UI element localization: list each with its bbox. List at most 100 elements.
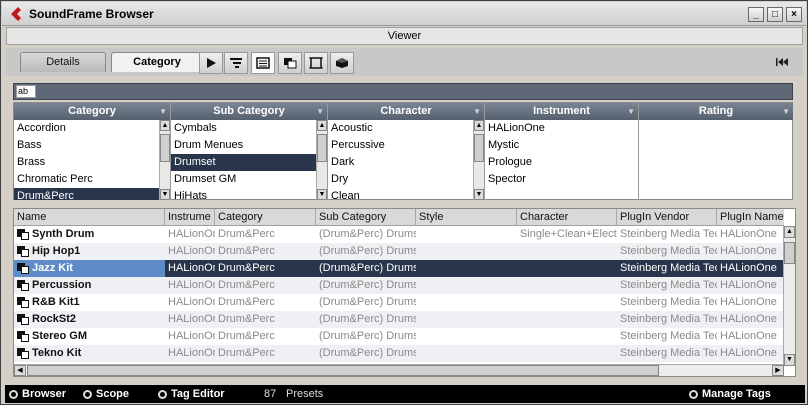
scroll-down-icon[interactable]: ▼ [474,189,484,200]
table-row-selected[interactable]: Jazz KitHALionOneDrum&Perc(Drum&Perc) Dr… [14,260,784,277]
column-header-sub-category[interactable]: Sub Category [316,209,416,226]
browser-toggle[interactable]: Browser [9,386,66,402]
scroll-thumb[interactable] [27,365,659,376]
cell-character [520,345,617,362]
cell-character [520,311,617,328]
column-header-plugin-name[interactable]: PlugIn Name [717,209,784,226]
cell-category: Drum&Perc [218,296,275,308]
table-row[interactable]: Tekno KitHALionOneDrum&Perc(Drum&Perc) D… [14,345,784,362]
scroll-down-icon[interactable]: ▼ [160,189,170,200]
scroll-up-icon[interactable]: ▲ [784,226,795,238]
filter-item[interactable]: Spector [485,171,638,188]
minimize-button[interactable]: _ [748,7,764,22]
scroll-left-icon[interactable]: ◀ [14,365,26,376]
play-button[interactable] [199,52,223,74]
table-row[interactable]: Hip Hop1HALionOneDrum&Perc(Drum&Perc) Dr… [14,243,784,260]
column-header-instrument[interactable]: Instrume [165,209,215,226]
filter-item[interactable]: Acoustic [328,120,484,137]
scrollbar[interactable]: ▲ ▼ [473,120,484,200]
filter-item[interactable]: Drumset GM [171,171,327,188]
scroll-thumb[interactable] [317,134,327,162]
viewer-label: Viewer [387,30,422,42]
scroll-right-icon[interactable]: ▶ [772,365,784,376]
manage-tags-toggle[interactable]: Manage Tags [689,386,771,402]
scroll-up-icon[interactable]: ▲ [474,120,484,131]
title-bar[interactable]: SoundFrame Browser _ □ × [2,2,806,26]
table-row[interactable]: Stereo GMHALionOneDrum&Perc(Drum&Perc) D… [14,328,784,345]
cell-category: Drum&Perc [218,245,275,257]
tab-details[interactable]: Details [20,52,106,72]
radio-ring-icon [158,389,167,399]
list-view-button[interactable] [251,52,275,74]
filter-header-category[interactable]: Category ▼ [14,103,170,120]
column-header-plugin-vendor[interactable]: PlugIn Vendor [617,209,717,226]
filter-item[interactable]: Prologue [485,154,638,171]
column-header-style[interactable]: Style [416,209,517,226]
scroll-up-icon[interactable]: ▲ [160,120,170,131]
filter-header-sub-category[interactable]: Sub Category ▼ [171,103,327,120]
scroll-down-icon[interactable]: ▼ [784,354,795,366]
scrollbar[interactable]: ▲ ▼ [159,120,170,200]
scrollbar[interactable]: ▲ ▼ [316,120,327,200]
scroll-down-icon[interactable]: ▼ [317,189,327,200]
filter-item[interactable]: Brass [14,154,170,171]
filter-item[interactable]: Percussive [328,137,484,154]
scroll-thumb[interactable] [784,242,795,264]
scope-toggle[interactable]: Scope [83,386,129,402]
filter-item-selected[interactable]: Drumset [171,154,316,171]
filter-item[interactable]: Bass [14,137,170,154]
cell-plugin: HALionOne [720,262,777,274]
filter-column-character: Character ▼ Acoustic Percussive Dark Dry … [328,103,485,200]
cell-plugin: HALionOne [720,330,777,342]
filter-header-rating[interactable]: Rating ▼ [639,103,793,120]
filter-item[interactable]: Cymbals [171,120,327,137]
filter-item[interactable]: Dry [328,171,484,188]
vertical-scrollbar[interactable]: ▲ ▼ [783,226,795,366]
close-button[interactable]: × [786,7,802,22]
scroll-thumb[interactable] [160,134,170,162]
skip-to-start-button[interactable] [771,54,793,70]
filter-item[interactable]: HALionOne [485,120,638,137]
table-row[interactable]: Synth DrumHALionOneDrum&Perc(Drum&Perc) … [14,226,784,243]
filter-item[interactable]: Chromatic Perc [14,171,170,188]
filter-item[interactable]: HiHats [171,188,327,200]
column-header-name[interactable]: Name [14,209,165,226]
column-header-character[interactable]: Character [517,209,617,226]
viewer-bar[interactable]: Viewer [6,27,803,45]
column-header-category[interactable]: Category [215,209,316,226]
cell-plugin: HALionOne [720,296,777,308]
scroll-thumb[interactable] [474,134,484,162]
filter-header-instrument[interactable]: Instrument ▼ [485,103,638,120]
table-row[interactable]: PercussionHALionOneDrum&Perc(Drum&Perc) … [14,277,784,294]
search-input[interactable]: ab [16,85,36,98]
filter-item[interactable]: Accordion [14,120,170,137]
scroll-up-icon[interactable]: ▲ [317,120,327,131]
filter-header-character[interactable]: Character ▼ [328,103,484,120]
horizontal-scrollbar[interactable]: ◀ ▶ [14,364,784,376]
category-filter-panel: Category ▼ Accordion Bass Brass Chromatic… [13,102,793,200]
cell-category: Drum&Perc [218,347,275,359]
filter-item[interactable]: Mystic [485,137,638,154]
radio-ring-icon [689,389,698,399]
filter-item[interactable]: Clean [328,188,484,200]
maximize-button[interactable]: □ [767,7,783,22]
radio-ring-icon [9,389,18,399]
cell-plugin: HALionOne [720,245,777,257]
cube-button[interactable] [330,52,354,74]
filter-item-selected[interactable]: Drum&Perc [14,188,170,200]
filter-header-label: Sub Category [213,105,285,117]
filter-item[interactable]: Dark [328,154,484,171]
window-mode-icon [284,58,297,69]
cell-style [419,328,517,345]
table-row[interactable]: RockSt2HALionOneDrum&Perc(Drum&Perc) Dru… [14,311,784,328]
film-frame-icon [309,57,323,69]
tag-editor-toggle[interactable]: Tag Editor [158,386,225,402]
film-frame-button[interactable] [304,52,328,74]
window-mode-button[interactable] [278,52,302,74]
cell-plugin: HALionOne [720,279,777,291]
sort-levels-button[interactable] [224,52,248,74]
tab-category[interactable]: Category [111,52,203,72]
table-row[interactable]: R&B Kit1HALionOneDrum&Perc(Drum&Perc) Dr… [14,294,784,311]
filter-item[interactable]: Drum Menues [171,137,327,154]
cell-character: Single+Clean+Electric [520,228,617,240]
